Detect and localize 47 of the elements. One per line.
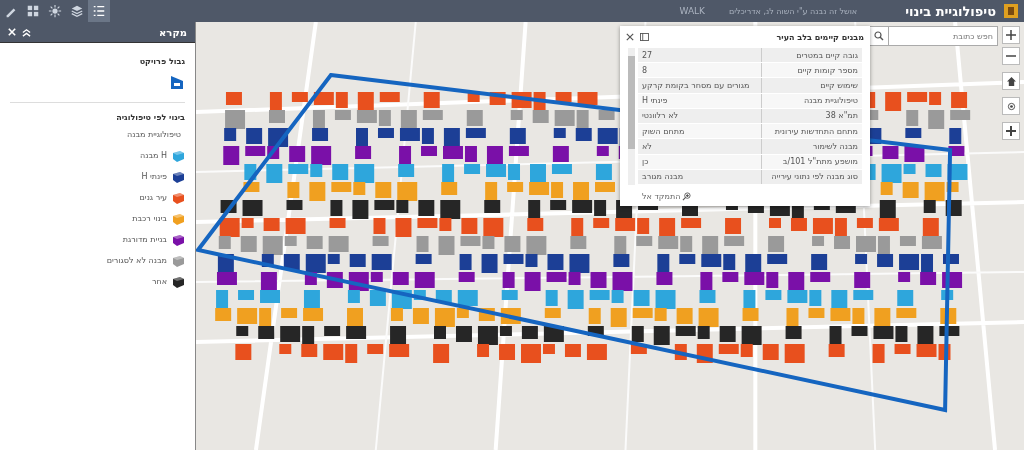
legend-label: בניית מדורגת [122, 235, 167, 244]
grid-icon [26, 4, 40, 18]
group-title: טיפולוגיית מבנה [126, 130, 182, 139]
collapse-button[interactable] [22, 27, 31, 37]
legend-label: עיר גנים [139, 193, 167, 202]
app-subtitle: WALK [679, 6, 705, 16]
popup-title: מבנים קיימים בלב העיר [775, 32, 864, 42]
close-button[interactable] [626, 33, 634, 41]
scrollbar[interactable] [628, 48, 635, 185]
dock-button[interactable] [640, 33, 649, 41]
toolbar-button[interactable] [88, 0, 110, 22]
legend-label: מבנה לא לסגורים [106, 256, 167, 265]
close-icon [8, 28, 16, 36]
layer-title: בינוי לפי טיפולוגיה [116, 113, 185, 122]
layer-title: גבול פרויקט [139, 57, 185, 66]
panel-title: מקרא [158, 26, 187, 38]
app-description: אושל זה נבנה ע"י השוה לנ, אדריכלים [728, 6, 858, 16]
zoom-in-icon [682, 192, 692, 201]
legend-label: פינתי H [141, 172, 167, 181]
minus-icon [1006, 55, 1016, 57]
boundary-icon [169, 74, 185, 90]
search-field[interactable]: חפש כתובת [888, 26, 998, 46]
plus-icon [1006, 30, 1016, 40]
move-icon [1006, 126, 1016, 136]
zoom-out-button[interactable] [1002, 47, 1020, 65]
zoom-to-link[interactable]: התמקד אל [620, 187, 714, 206]
locate-button[interactable] [1002, 97, 1020, 115]
home-icon [1006, 76, 1016, 86]
legend-label: אחר [151, 277, 167, 286]
field-name: גובה קיים במטרים [761, 48, 862, 63]
legend-label: בינוי רכבת [132, 214, 167, 223]
logo-icon [1004, 4, 1018, 18]
home-button[interactable] [1002, 72, 1020, 90]
search-button[interactable] [868, 26, 888, 46]
layers-icon [70, 4, 84, 18]
search-icon [873, 31, 884, 41]
sun-icon [48, 4, 62, 18]
close-icon [626, 33, 634, 41]
list-icon [92, 4, 106, 18]
zoom-in-button[interactable] [1002, 26, 1020, 44]
locate-icon [1006, 101, 1016, 111]
navigate-button[interactable] [1002, 122, 1020, 140]
dock-icon [640, 33, 649, 41]
legend-label: H מבנה [139, 151, 167, 160]
field-value: 27 [638, 48, 762, 63]
app-title: טיפולוגיית בינוי [905, 3, 996, 19]
chevron-up-icon [22, 27, 31, 37]
